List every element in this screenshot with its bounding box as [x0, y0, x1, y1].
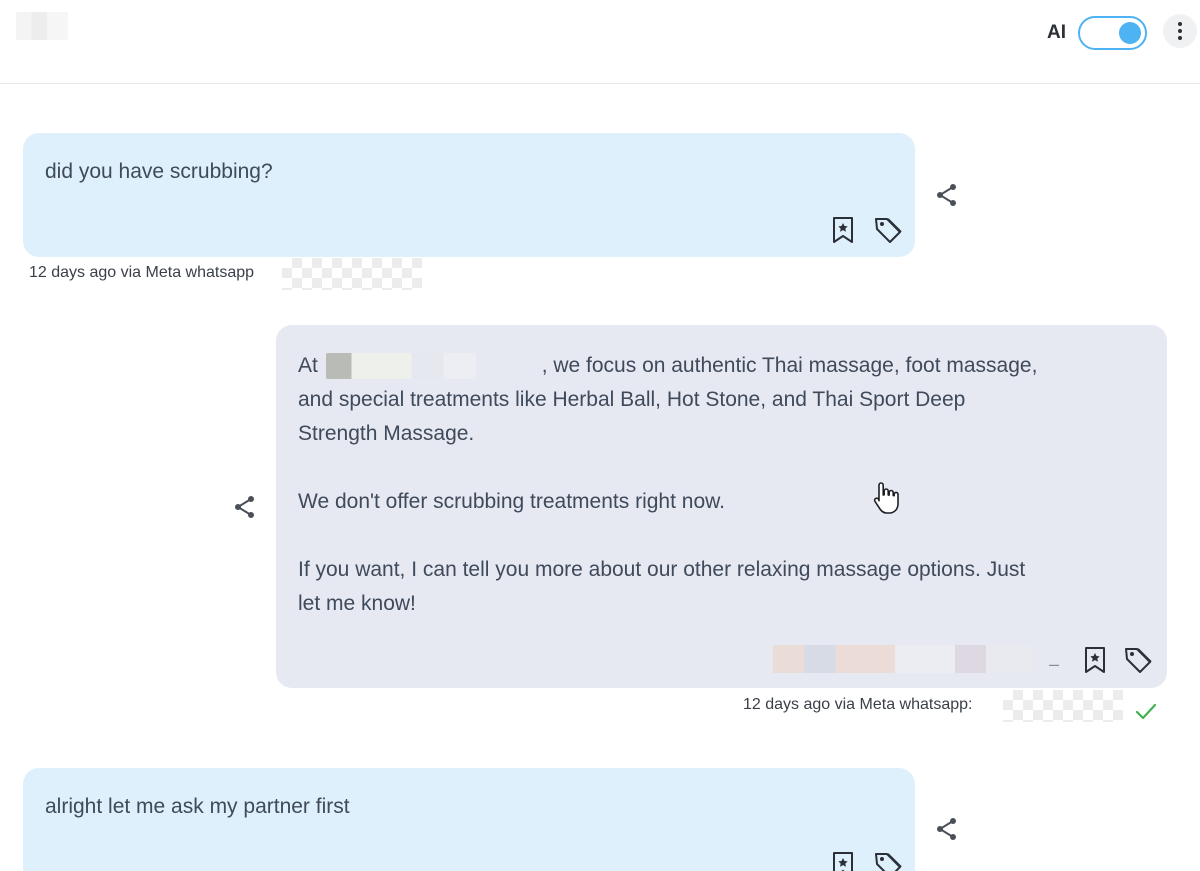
conversation-view: AI did you have scrubbing? 12 days ago v… — [0, 0, 1200, 871]
ai-toggle-knob — [1119, 22, 1141, 44]
bookmark-star-icon[interactable] — [829, 215, 857, 245]
message-paragraph: We don't offer scrubbing treatments righ… — [298, 490, 725, 513]
redacted-business-name — [325, 353, 540, 380]
redacted-sender-name — [773, 645, 1033, 673]
check-icon — [1135, 703, 1157, 720]
message-bubble-outgoing: At , we focus on authentic Thai massage,… — [276, 325, 1167, 688]
conversation-header: AI — [0, 0, 1200, 84]
ai-label: AI — [1047, 22, 1066, 43]
redacted-contact-avatar — [16, 12, 68, 40]
sender-separator: – — [1049, 654, 1060, 674]
message-bubble-incoming: did you have scrubbing? — [23, 133, 915, 257]
tag-icon[interactable] — [873, 850, 905, 871]
message-text: alright let me ask my partner first — [45, 795, 350, 818]
more-vertical-icon[interactable] — [1163, 14, 1197, 48]
tag-icon[interactable] — [1123, 645, 1155, 675]
message-meta: 12 days ago via Meta whatsapp — [29, 264, 255, 281]
bookmark-star-icon[interactable] — [829, 850, 857, 871]
ai-toggle[interactable] — [1078, 16, 1147, 50]
share-icon[interactable] — [934, 816, 960, 842]
share-icon[interactable] — [934, 182, 960, 208]
hand-pointer-icon — [873, 482, 899, 514]
message-text: did you have scrubbing? — [45, 160, 273, 183]
tag-icon[interactable] — [873, 215, 905, 245]
message-paragraph: At , we focus on authentic Thai massage,… — [298, 353, 1038, 445]
redacted-phone — [1003, 690, 1123, 722]
redacted-phone — [282, 258, 422, 290]
message-bubble-incoming: alright let me ask my partner first — [23, 768, 915, 871]
message-meta: 12 days ago via Meta whatsapp: — [743, 696, 973, 713]
bookmark-star-icon[interactable] — [1081, 645, 1109, 675]
share-icon[interactable] — [232, 494, 258, 520]
message-paragraph: If you want, I can tell you more about o… — [298, 558, 1026, 615]
